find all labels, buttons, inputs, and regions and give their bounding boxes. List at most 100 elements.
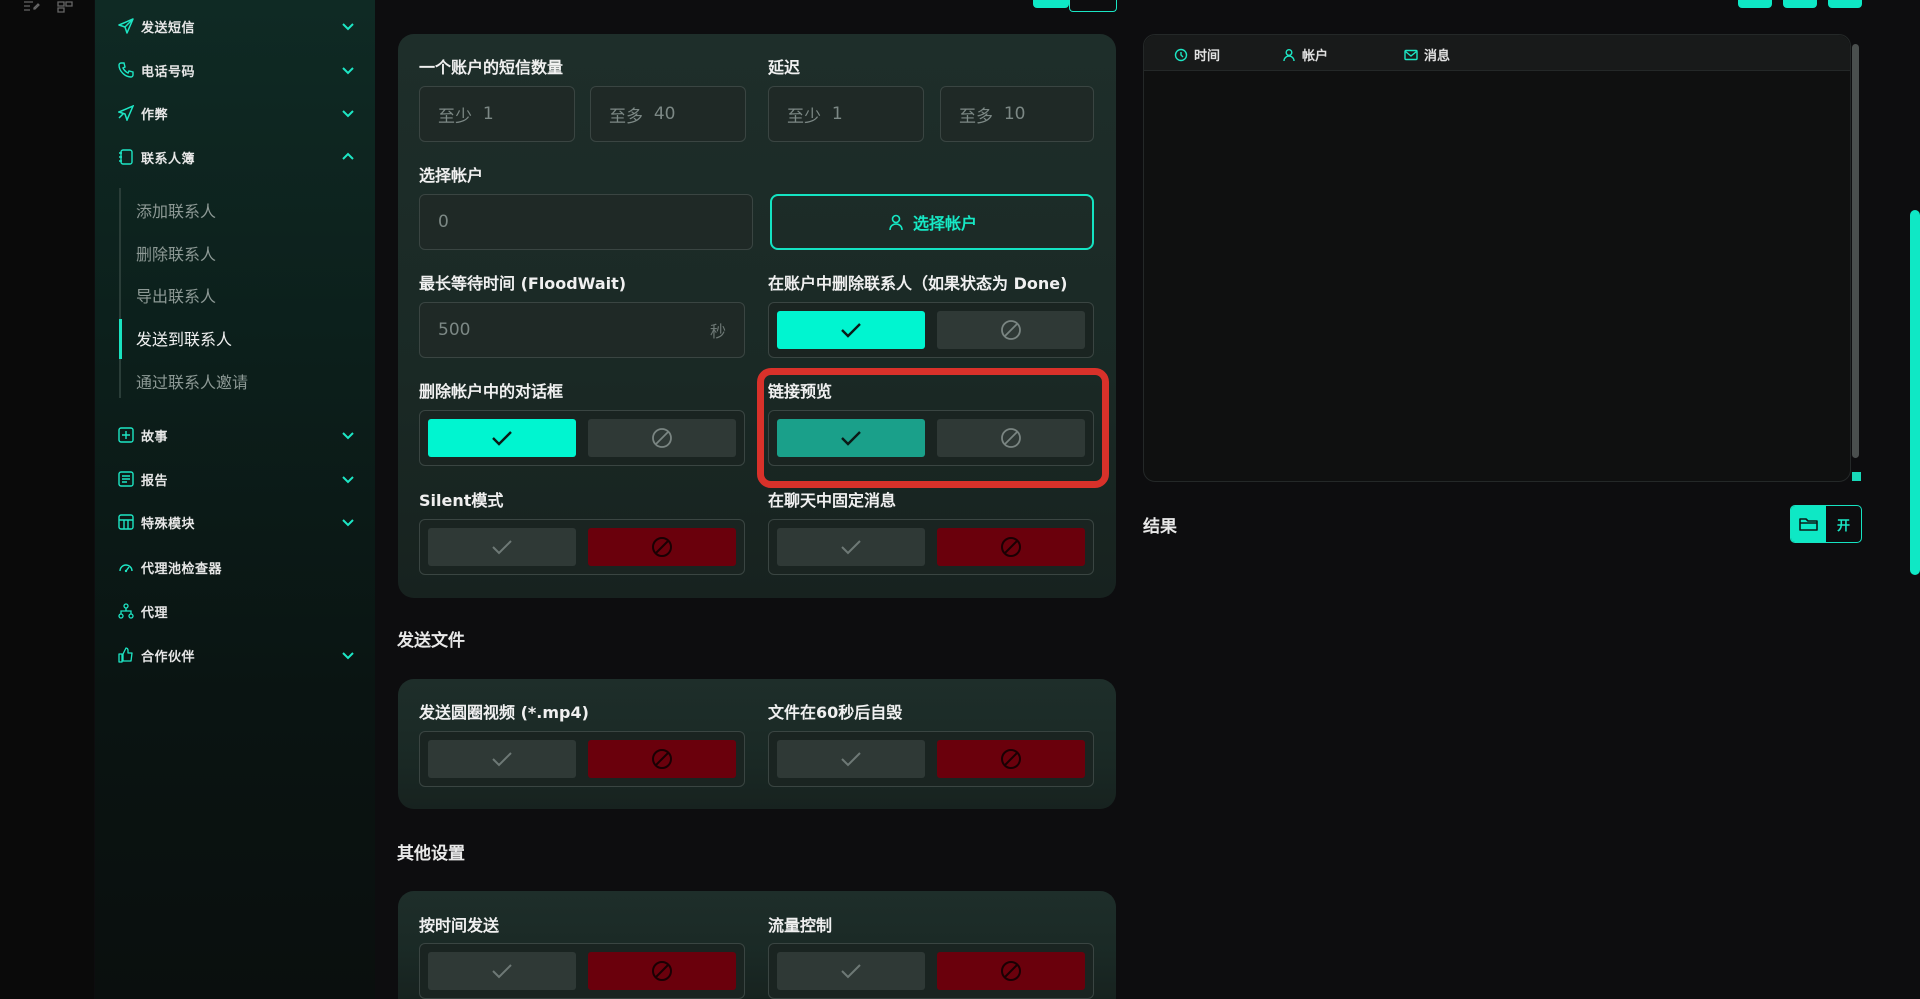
sidebar-item-stories[interactable]: 故事: [117, 422, 357, 448]
log-column-message[interactable]: 消息: [1404, 45, 1450, 64]
chevron-down-icon[interactable]: [339, 646, 357, 664]
delay-max-input[interactable]: 至多 10: [940, 86, 1094, 142]
sms-max-placeholder: 至多: [609, 106, 643, 127]
ban-icon: [1001, 428, 1021, 448]
submenu-export-contacts[interactable]: 导出联系人: [136, 283, 216, 307]
silent-mode-toggle: [419, 519, 745, 575]
sidebar-item-contacts-book[interactable]: 联系人簿: [117, 144, 357, 170]
sms-min-input[interactable]: 至少 1: [419, 86, 575, 142]
submenu-add-contacts[interactable]: 添加联系人: [136, 198, 216, 222]
pin-message-toggle: [768, 519, 1094, 575]
delete-contacts-label: 在账户中删除联系人（如果状态为 Done): [768, 274, 1068, 293]
top-action-button[interactable]: [1033, 0, 1069, 8]
circle-video-label: 发送圆圈视频 (*.mp4): [419, 703, 589, 722]
check-icon: [841, 323, 861, 338]
paper-plane-cheat-icon: [117, 104, 135, 122]
sms-max-input[interactable]: 至多 40: [590, 86, 746, 142]
toggle-on-button[interactable]: [777, 952, 925, 990]
submenu-delete-contacts[interactable]: 删除联系人: [136, 241, 216, 265]
check-icon: [492, 540, 512, 555]
log-table-header: 时间 帐户 消息: [1144, 35, 1850, 71]
toggle-off-button[interactable]: [937, 740, 1085, 778]
check-icon: [492, 431, 512, 446]
sidebar-item-send-sms[interactable]: 发送短信: [117, 13, 357, 39]
max-wait-unit: 秒: [709, 322, 726, 341]
chevron-down-icon[interactable]: [339, 426, 357, 444]
sidebar-item-special-modules[interactable]: 特殊模块: [117, 509, 357, 535]
toggle-off-button[interactable]: [588, 952, 736, 990]
sidebar-item-proxy[interactable]: 代理: [117, 598, 357, 624]
chevron-down-icon[interactable]: [339, 17, 357, 35]
log-scrollbar[interactable]: [1852, 44, 1859, 458]
select-account-label: 选择帐户: [419, 166, 484, 185]
toggle-off-button[interactable]: [937, 528, 1085, 566]
sidebar: 发送短信 电话号码 作弊 联系人簿 添加联系人 删除联系人 导出联系人 发送到联…: [95, 0, 375, 999]
chevron-down-icon[interactable]: [339, 513, 357, 531]
toggle-off-button[interactable]: [588, 740, 736, 778]
toggle-off-button[interactable]: [937, 311, 1085, 349]
ban-icon: [1001, 320, 1021, 340]
submenu-send-to-contacts[interactable]: 发送到联系人: [136, 326, 232, 350]
phone-icon: [117, 61, 135, 79]
log-column-label: 帐户: [1302, 49, 1329, 64]
account-count-input[interactable]: 0: [419, 194, 753, 250]
open-results-button[interactable]: 开: [1790, 505, 1862, 543]
sidebar-item-phone-numbers[interactable]: 电话号码: [117, 57, 357, 83]
check-icon: [841, 540, 861, 555]
toggle-on-button[interactable]: [428, 419, 576, 457]
log-column-label: 时间: [1194, 49, 1221, 64]
edit-icon[interactable]: [22, 0, 40, 14]
ban-icon: [1001, 961, 1021, 981]
log-column-label: 消息: [1424, 49, 1451, 64]
toggle-on-button[interactable]: [777, 528, 925, 566]
toggle-off-button[interactable]: [937, 419, 1085, 457]
log-column-time[interactable]: 时间: [1174, 45, 1220, 64]
chevron-down-icon[interactable]: [339, 61, 357, 79]
chevron-up-icon[interactable]: [339, 148, 357, 166]
sidebar-item-cheat[interactable]: 作弊: [117, 100, 357, 126]
delay-min-input[interactable]: 至少 1: [768, 86, 924, 142]
delete-dialogs-label: 删除帐户中的对话框: [419, 382, 564, 401]
sidebar-item-proxy-pool-checker[interactable]: 代理池检查器: [117, 554, 357, 580]
toggle-on-button[interactable]: [428, 528, 576, 566]
toggle-on-button[interactable]: [777, 311, 925, 349]
top-right-button-1[interactable]: [1738, 0, 1772, 8]
clock-icon: [1174, 48, 1188, 61]
top-action-button-outline[interactable]: [1069, 0, 1117, 12]
check-icon: [841, 752, 861, 767]
circle-video-toggle: [419, 731, 745, 787]
chevron-down-icon[interactable]: [339, 104, 357, 122]
toggle-on-button[interactable]: [428, 952, 576, 990]
toggle-off-button[interactable]: [588, 419, 736, 457]
log-column-account[interactable]: 帐户: [1282, 45, 1328, 64]
layout-icon[interactable]: [56, 0, 74, 14]
network-icon: [117, 602, 135, 620]
sms-per-account-label: 一个账户的短信数量: [419, 58, 564, 77]
page-scrollbar-thumb[interactable]: [1910, 210, 1920, 575]
toggle-off-button[interactable]: [588, 528, 736, 566]
report-icon: [117, 470, 135, 488]
submenu-invite-via-contacts[interactable]: 通过联系人邀请: [136, 369, 248, 393]
sidebar-item-reports[interactable]: 报告: [117, 466, 357, 492]
flow-control-label: 流量控制: [768, 916, 833, 935]
select-account-button[interactable]: 选择帐户: [770, 194, 1094, 250]
delay-max-placeholder: 至多: [959, 106, 993, 127]
log-resize-handle[interactable]: [1852, 472, 1861, 481]
top-right-button-2[interactable]: [1783, 0, 1817, 8]
schedule-label: 按时间发送: [419, 916, 500, 935]
module-grid-icon: [117, 513, 135, 531]
toggle-on-button[interactable]: [777, 419, 925, 457]
results-label: 结果: [1143, 517, 1177, 537]
max-wait-input[interactable]: 500 秒: [419, 302, 745, 358]
silent-mode-label: Silent模式: [419, 491, 504, 510]
chevron-down-icon[interactable]: [339, 470, 357, 488]
toggle-off-button[interactable]: [937, 952, 1085, 990]
flow-control-toggle: [768, 943, 1094, 999]
toggle-on-button[interactable]: [777, 740, 925, 778]
sms-max-value: 40: [653, 104, 676, 124]
toggle-on-button[interactable]: [428, 740, 576, 778]
sms-min-placeholder: 至少: [438, 106, 472, 127]
top-right-button-3[interactable]: [1828, 0, 1862, 8]
delete-contacts-toggle: [768, 302, 1094, 358]
sidebar-item-partners[interactable]: 合作伙伴: [117, 642, 357, 668]
